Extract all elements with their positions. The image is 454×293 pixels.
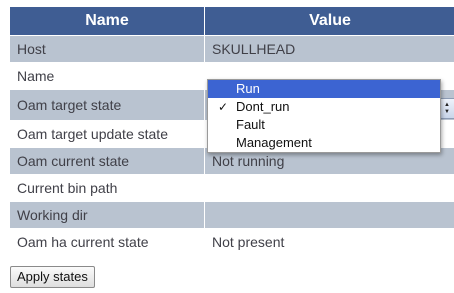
row-value-cell: [204, 174, 454, 202]
column-header-value: Value: [204, 7, 454, 36]
table-row: Working dir: [9, 201, 454, 229]
dropdown-option-fault[interactable]: Fault: [208, 116, 440, 134]
select-arrows-icon: ▲ ▼: [444, 102, 450, 115]
row-name-cell: Oam target update state: [9, 120, 205, 148]
option-label: Dont_run: [236, 99, 290, 114]
row-value-cell: SKULLHEAD: [204, 35, 454, 63]
column-header-name: Name: [9, 7, 205, 36]
row-name-cell: Working dir: [9, 201, 205, 229]
dropdown-option-dont-run[interactable]: ✓ Dont_run: [208, 98, 440, 116]
checkmark-icon: ✓: [218, 100, 229, 114]
option-label: Fault: [236, 117, 265, 132]
table-row: Oam ha current state Not present: [9, 228, 454, 256]
table-row: Current bin path: [9, 174, 454, 202]
row-name-cell: Oam target state: [9, 89, 205, 121]
row-value-cell: [204, 201, 454, 229]
row-name-cell: Current bin path: [9, 174, 205, 202]
row-name-cell: Oam ha current state: [9, 228, 205, 256]
apply-states-button[interactable]: Apply states: [10, 266, 95, 288]
state-editor: Name Value Host SKULLHEAD Name Oam targe…: [0, 0, 454, 293]
table-row: Host SKULLHEAD: [9, 35, 454, 63]
row-name-cell: Name: [9, 62, 205, 90]
row-name-cell: Oam current state: [9, 147, 205, 175]
dropdown-option-management[interactable]: Management: [208, 134, 440, 152]
target-state-dropdown-menu: Run ✓ Dont_run Fault Management: [207, 79, 441, 153]
row-value-cell: Not present: [204, 228, 454, 256]
row-name-cell: Host: [9, 35, 205, 63]
dropdown-option-run[interactable]: Run: [208, 80, 440, 98]
option-label: Run: [236, 81, 260, 96]
table-header-row: Name Value: [9, 7, 454, 36]
option-label: Management: [236, 135, 312, 150]
